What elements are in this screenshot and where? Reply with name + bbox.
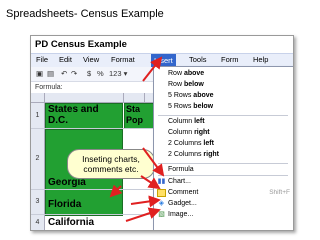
cell-a1-text: States and D.C. xyxy=(48,104,99,126)
insert-column-left[interactable]: Column left xyxy=(168,118,205,125)
comment-shortcut: Shift+F xyxy=(269,189,290,196)
annotation-callout: Inseting charts, comments etc. xyxy=(67,149,155,179)
insert-chart[interactable]: Chart... xyxy=(168,178,191,185)
menu-view[interactable]: View xyxy=(83,55,99,64)
insert-comment[interactable]: Comment xyxy=(168,189,198,196)
insert-2-columns-right[interactable]: 2 Columns right xyxy=(168,151,219,158)
undo-icon[interactable]: ↶ xyxy=(61,69,67,78)
currency-button[interactable]: $ xyxy=(87,69,91,78)
slide-title: Spreadsheets- Census Example xyxy=(6,8,164,20)
cell-a3-text: Florida xyxy=(48,199,82,210)
menu-help[interactable]: Help xyxy=(253,55,268,64)
menu-form[interactable]: Form xyxy=(221,55,239,64)
menu-separator xyxy=(158,115,288,116)
row-number[interactable]: 4 xyxy=(31,215,45,230)
percent-button[interactable]: % xyxy=(97,69,104,78)
comment-icon xyxy=(157,189,166,197)
gadget-icon: ◈ xyxy=(158,200,165,207)
chart-icon: ▮▮ xyxy=(157,178,166,185)
save-icon[interactable]: ▣ xyxy=(36,69,43,78)
image-icon: ▧ xyxy=(158,211,165,218)
insert-image[interactable]: Image... xyxy=(168,211,193,218)
row-number[interactable]: 1 xyxy=(31,103,45,128)
insert-column-right[interactable]: Column right xyxy=(168,129,210,136)
column-b-header[interactable] xyxy=(124,93,145,102)
number-format-select[interactable]: 123 ▾ xyxy=(109,69,127,78)
insert-5-rows-above[interactable]: 5 Rows above xyxy=(168,92,214,99)
menu-separator xyxy=(158,175,288,176)
menu-tools[interactable]: Tools xyxy=(189,55,207,64)
column-a-header[interactable] xyxy=(45,93,124,102)
insert-row-above[interactable]: Row above xyxy=(168,70,204,77)
cell-b1-text: Sta Pop xyxy=(126,104,143,125)
formula-label: Formula: xyxy=(35,84,63,91)
menu-file[interactable]: File xyxy=(36,55,48,64)
menu-edit[interactable]: Edit xyxy=(59,55,72,64)
menu-format[interactable]: Format xyxy=(111,55,135,64)
insert-2-columns-left[interactable]: 2 Columns left xyxy=(168,140,214,147)
row-number[interactable]: 3 xyxy=(31,190,45,214)
insert-row-below[interactable]: Row below xyxy=(168,81,204,88)
cell-a4-text: California xyxy=(48,217,95,228)
insert-5-rows-below[interactable]: 5 Rows below xyxy=(168,103,213,110)
spreadsheet-screenshot: PD Census Example File Edit View Format … xyxy=(30,35,294,231)
row-number[interactable]: 2 xyxy=(31,129,45,189)
insert-gadget[interactable]: Gadget... xyxy=(168,200,197,207)
menu-separator xyxy=(158,163,288,164)
document-title: PD Census Example xyxy=(35,39,127,50)
print-icon[interactable]: ▤ xyxy=(47,69,54,78)
redo-icon[interactable]: ↷ xyxy=(71,69,77,78)
insert-formula[interactable]: Formula xyxy=(168,166,194,173)
insert-dropdown-menu: Row above Row below 5 Rows above 5 Rows … xyxy=(153,66,293,230)
